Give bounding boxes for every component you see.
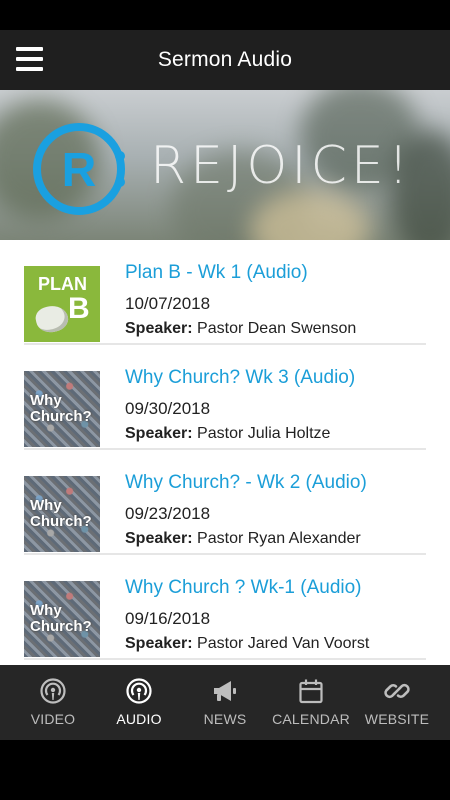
speaker-name: Pastor Jared Van Voorst (197, 635, 370, 652)
sermon-list[interactable]: PLAN B Plan B - Wk 1 (Audio) 10/07/2018 … (0, 240, 450, 665)
speaker-label: Speaker: (125, 320, 193, 337)
sermon-thumbnail: Why Church? (24, 581, 100, 657)
list-item[interactable]: Why Church? Why Church ? Wk-1 (Audio) 09/… (24, 555, 426, 660)
thumbnail-text: B (68, 292, 90, 325)
speaker-label: Speaker: (125, 635, 193, 652)
thumbnail-text: Church? (30, 618, 92, 635)
thumbnail-text: Why (30, 602, 62, 619)
rejoice-logo: R (33, 123, 125, 215)
list-item[interactable]: Why Church? Why Church? Wk 3 (Audio) 09/3… (24, 345, 426, 450)
sermon-title[interactable]: Why Church? - Wk 2 (Audio) (125, 472, 367, 494)
speaker-name: Pastor Dean Swenson (197, 320, 357, 337)
sermon-date: 09/23/2018 (125, 504, 211, 523)
speaker-label: Speaker: (125, 425, 193, 442)
sermon-speaker: Speaker: Pastor Dean Swenson (125, 320, 356, 338)
sermon-thumbnail: Why Church? (24, 476, 100, 552)
tab-audio[interactable]: AUDIO (99, 665, 179, 740)
sermon-date: 10/07/2018 (125, 294, 211, 313)
page-title: Sermon Audio (157, 48, 293, 71)
sermon-date: 09/16/2018 (125, 609, 211, 628)
banner-text: REJOICE! (150, 136, 413, 196)
thumbnail-text: Church? (30, 513, 92, 530)
speaker-name: Pastor Ryan Alexander (197, 530, 361, 547)
thumbnail-text: Why (30, 497, 62, 514)
podcast-icon (40, 678, 66, 704)
tab-website[interactable]: WEBSITE (357, 665, 437, 740)
logo-letter: R (62, 144, 97, 197)
tab-calendar[interactable]: CALENDAR (271, 665, 351, 740)
sermon-title[interactable]: Why Church? Wk 3 (Audio) (125, 367, 355, 389)
sermon-speaker: Speaker: Pastor Ryan Alexander (125, 530, 361, 548)
hamburger-menu-icon[interactable] (16, 47, 43, 71)
megaphone-icon (214, 681, 236, 701)
sermon-date: 09/30/2018 (125, 399, 211, 418)
bottom-tab-bar: VIDEO AUDIO NEWS CALENDAR WEBSITE (0, 665, 450, 740)
tab-label: CALENDAR (272, 711, 350, 727)
tab-video[interactable]: VIDEO (13, 665, 93, 740)
speaker-label: Speaker: (125, 530, 193, 547)
sermon-speaker: Speaker: Pastor Jared Van Voorst (125, 635, 369, 653)
system-nav-bar (0, 740, 450, 800)
list-item[interactable]: PLAN B Plan B - Wk 1 (Audio) 10/07/2018 … (24, 240, 426, 345)
thumbnail-text: Why (30, 392, 62, 409)
podcast-icon (126, 678, 152, 704)
sermon-thumbnail: Why Church? (24, 371, 100, 447)
sermon-title[interactable]: Plan B - Wk 1 (Audio) (125, 262, 308, 284)
status-bar (0, 0, 450, 30)
thumbnail-text: Church? (30, 408, 92, 425)
sermon-title[interactable]: Why Church ? Wk-1 (Audio) (125, 577, 362, 599)
speaker-name: Pastor Julia Holtze (197, 425, 331, 442)
list-item[interactable]: Why Church? Why Church? - Wk 2 (Audio) 09… (24, 450, 426, 555)
tab-label: VIDEO (30, 711, 76, 727)
sermon-thumbnail: PLAN B (24, 266, 100, 342)
tab-label: AUDIO (116, 711, 162, 727)
rejoice-banner: R REJOICE! (0, 90, 450, 240)
calendar-icon (299, 679, 323, 704)
app-header: Sermon Audio (0, 30, 450, 90)
tab-news[interactable]: NEWS (185, 665, 265, 740)
tab-label: WEBSITE (364, 711, 430, 727)
sermon-speaker: Speaker: Pastor Julia Holtze (125, 425, 330, 443)
link-icon (384, 683, 410, 699)
tab-label: NEWS (203, 711, 247, 727)
